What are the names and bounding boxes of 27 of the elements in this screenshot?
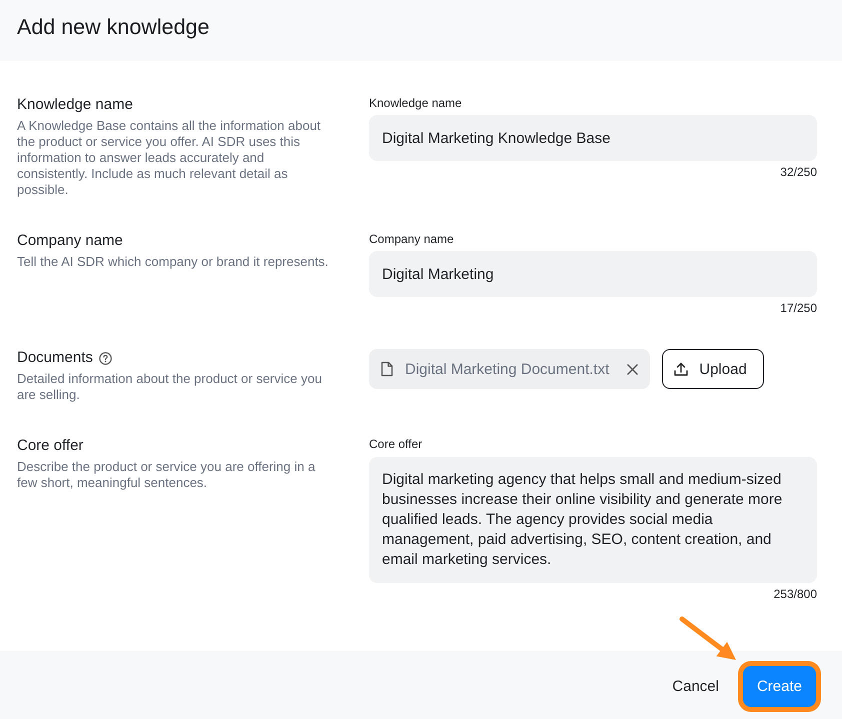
character-counter: 32/250 (780, 165, 817, 179)
section-label: Company name (17, 232, 123, 250)
upload-button[interactable]: Upload (662, 349, 764, 389)
text-field[interactable]: Digital Marketing Knowledge Base (369, 115, 817, 161)
section-label: Knowledge name (17, 96, 133, 114)
section-description: Tell the AI SDR which company or brand it represents. (17, 254, 330, 270)
annotation-arrow (678, 615, 738, 661)
character-counter: 17/250 (780, 301, 817, 315)
create-button[interactable]: Create (742, 666, 816, 707)
text-field[interactable]: Digital Marketing (369, 251, 817, 297)
section-description: Describe the product or service you are offering in a few short, meaningful sentences. (17, 459, 316, 491)
upload-icon (674, 362, 688, 376)
close-icon[interactable] (627, 364, 638, 374)
cancel-button[interactable]: Cancel (660, 666, 731, 707)
field-label: Knowledge name (369, 96, 462, 110)
dialog-title: Add new knowledge (17, 14, 210, 41)
character-counter: 253/800 (774, 587, 817, 601)
file-icon (381, 361, 393, 377)
field-label: Core offer (369, 437, 422, 451)
section-label: Core offer (17, 437, 84, 455)
section-description: Detailed information about the product or service you are selling. (17, 371, 323, 403)
text-area[interactable]: Digital marketing agency that helps small and medium-sized businesses increase their online visibility and generate more qualified leads. The agency provides social media management, paid advertising, SEO, content creation, and email marketing services. (369, 457, 817, 583)
section-description: A Knowledge Base contains all the information about the product or service you offer. AI SDR uses this information to answer leads accurately and consistently. Include as much relevant detail as possible. (17, 118, 322, 198)
help-icon[interactable] (98, 352, 112, 364)
file-name: Digital Marketing Document.txt (405, 360, 610, 378)
field-label: Company name (369, 232, 454, 246)
section-label: Documents (17, 349, 93, 367)
